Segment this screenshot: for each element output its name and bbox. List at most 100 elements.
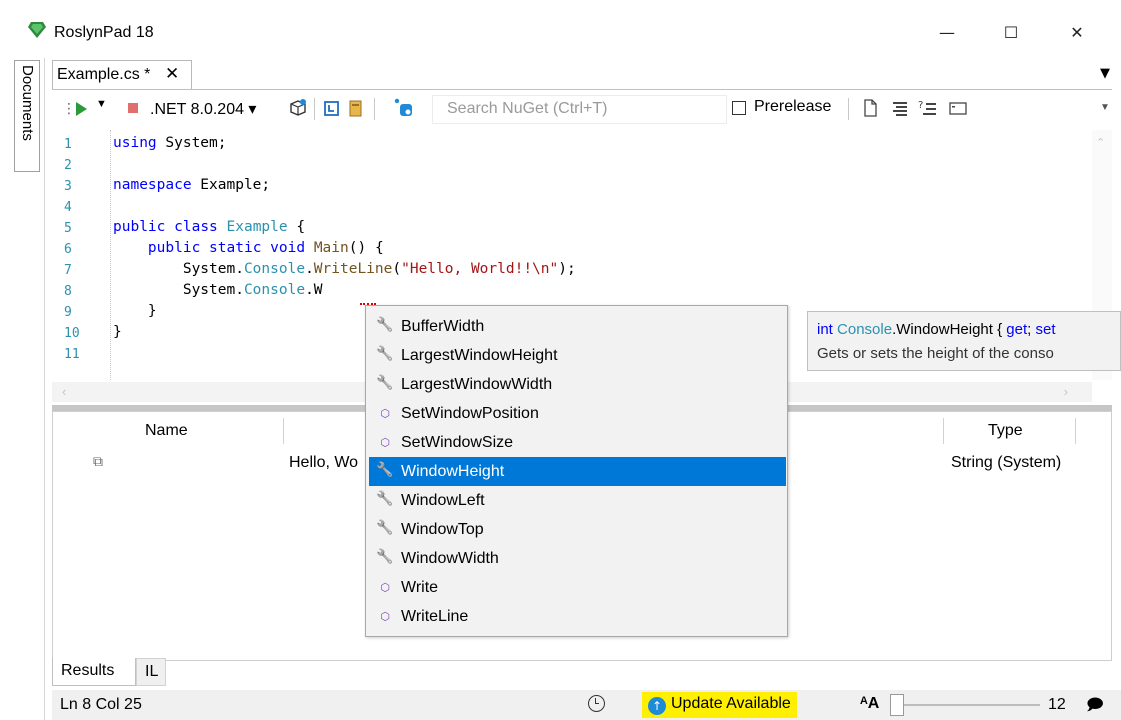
line-number: 8 — [64, 284, 72, 299]
toolbar-overflow-icon[interactable]: ▼ — [1100, 102, 1110, 113]
code-line: using System; — [113, 135, 227, 151]
completion-item[interactable]: 🔧 BufferWidth — [369, 312, 786, 341]
line-number: 7 — [64, 263, 72, 278]
documents-side-tab[interactable]: Documents — [14, 60, 40, 172]
tab-results[interactable]: Results — [52, 658, 136, 686]
tab-list-menu-icon[interactable]: ▼ — [1100, 66, 1110, 81]
completion-item-label: LargestWindowHeight — [401, 347, 558, 364]
completion-item[interactable]: ⬡ WriteLine — [369, 602, 786, 631]
prerelease-label[interactable]: Prerelease — [754, 98, 831, 116]
completion-item-label: WindowLeft — [401, 492, 485, 509]
zoom-slider-thumb[interactable] — [890, 694, 904, 716]
zoom-slider-track[interactable] — [890, 704, 1040, 706]
roslynpad-logo-icon — [28, 22, 46, 38]
result-type: String (System) — [951, 454, 1062, 471]
scroll-right-icon[interactable]: › — [1064, 384, 1068, 399]
format-document-icon[interactable] — [322, 98, 342, 118]
minimize-button[interactable]: — — [924, 18, 970, 48]
font-size-icon: ᴬA — [860, 695, 880, 712]
completion-item[interactable]: 🔧 WindowHeight — [369, 457, 786, 486]
update-available-button[interactable]: ↑ Update Available — [642, 692, 797, 718]
line-number: 3 — [64, 179, 72, 194]
completion-item[interactable]: ⬡ SetWindowPosition — [369, 399, 786, 428]
completion-item[interactable]: 🔧 WindowLeft — [369, 486, 786, 515]
completion-item-label: WindowTop — [401, 521, 484, 538]
title-bar: RoslynPad 18 — ☐ ✕ — [0, 0, 1121, 56]
column-header-name[interactable]: Name — [145, 422, 188, 440]
completion-item-label: WindowHeight — [401, 463, 505, 480]
run-dropdown-icon[interactable]: ▼ — [96, 98, 107, 110]
app-title: RoslynPad 18 — [54, 24, 154, 41]
code-line: System.Console.WriteLine("Hello, World!!… — [113, 261, 576, 277]
cursor-position: Ln 8 Col 25 — [60, 696, 142, 713]
line-number: 9 — [64, 305, 72, 320]
tab-il[interactable]: IL — [136, 658, 166, 686]
quick-info-tooltip: int Console.WindowHeight { get; set Gets… — [807, 311, 1121, 371]
column-header-type[interactable]: Type — [988, 422, 1023, 440]
close-button[interactable]: ✕ — [1054, 18, 1100, 48]
restore-packages-icon[interactable] — [288, 98, 308, 118]
platform-selector[interactable]: .NET 8.0.204 ▾ — [150, 99, 256, 119]
completion-list[interactable]: 🔧 BufferWidth 🔧 LargestWindowHeight 🔧 Largest… — [365, 305, 788, 637]
tooltip-sig-class: Console — [837, 321, 893, 338]
method-cube-icon: ⬡ — [380, 610, 390, 623]
comment-selection-icon[interactable] — [890, 98, 910, 118]
property-wrench-icon: 🔧 — [376, 549, 394, 565]
completion-item[interactable]: ⬡ Write — [369, 573, 786, 602]
method-cube-icon: ⬡ — [380, 436, 390, 449]
scroll-left-icon[interactable]: ‹ — [62, 384, 66, 399]
maximize-button[interactable]: ☐ — [988, 18, 1034, 48]
uncomment-selection-icon[interactable]: ? — [918, 98, 938, 118]
open-build-path-icon[interactable] — [346, 98, 366, 118]
completion-item[interactable]: 🔧 LargestWindowHeight — [369, 341, 786, 370]
line-number: 2 — [64, 158, 72, 173]
run-button[interactable] — [76, 102, 87, 116]
completion-item[interactable]: ⬡ SetWindowSize — [369, 428, 786, 457]
nuget-icon[interactable] — [394, 98, 414, 118]
completion-item-label: Write — [401, 579, 439, 596]
update-arrow-icon: ↑ — [648, 697, 666, 715]
editor-toolbar: ⋮ ▼ .NET 8.0.204 ▾ Search NuGet (Ctrl+T)… — [52, 90, 1112, 128]
scroll-up-icon[interactable]: ⌃ — [1096, 136, 1105, 149]
prerelease-checkbox[interactable] — [732, 101, 746, 115]
tooltip-signature: int Console.WindowHeight { get; set — [817, 321, 1056, 338]
stop-button[interactable] — [128, 103, 138, 113]
tooltip-sig-sep: ; — [1027, 321, 1036, 338]
clock-icon[interactable] — [588, 695, 605, 712]
completion-item-label: SetWindowSize — [401, 434, 514, 451]
completion-item[interactable]: 🔧 LargestWindowWidth — [369, 370, 786, 399]
documents-side-tab-label: Documents — [19, 65, 36, 141]
completion-item-label: WindowWidth — [401, 550, 499, 567]
status-bar: Ln 8 Col 25 ↑ Update Available ᴬA 12 🗩 — [52, 690, 1121, 720]
property-wrench-icon: 🔧 — [376, 520, 394, 536]
new-document-icon[interactable] — [860, 98, 880, 118]
toolbar-grip-icon[interactable]: ⋮ — [62, 100, 76, 117]
completion-item[interactable]: 🔧 WindowWidth — [369, 544, 786, 573]
code-line: public class Example { — [113, 219, 306, 235]
code-line: } — [113, 324, 122, 340]
zoom-value: 12 — [1048, 696, 1066, 713]
column-divider[interactable] — [1075, 418, 1076, 444]
code-line: System.Console.W — [113, 282, 323, 298]
completion-item[interactable]: 🔧 WindowTop — [369, 515, 786, 544]
column-divider[interactable] — [283, 418, 284, 444]
copy-icon[interactable]: ⧉ — [93, 454, 103, 470]
tooltip-sig-member: .WindowHeight { — [892, 321, 1007, 338]
gutter-divider — [110, 130, 111, 380]
tooltip-documentation: Gets or sets the height of the conso — [817, 345, 1054, 362]
code-line: } — [113, 303, 157, 319]
close-tab-icon[interactable]: ✕ — [165, 64, 179, 84]
property-wrench-icon: 🔧 — [376, 317, 394, 333]
terminal-icon[interactable] — [948, 98, 968, 118]
column-divider[interactable] — [943, 418, 944, 444]
tab-example-cs[interactable]: Example.cs * ✕ — [52, 60, 192, 90]
feedback-icon[interactable]: 🗩 — [1086, 694, 1104, 720]
tooltip-sig-get: get — [1006, 321, 1028, 338]
line-number: 11 — [64, 347, 80, 362]
line-number: 5 — [64, 221, 72, 236]
nuget-search-input[interactable]: Search NuGet (Ctrl+T) — [432, 95, 727, 124]
property-wrench-icon: 🔧 — [376, 346, 394, 362]
property-wrench-icon: 🔧 — [376, 375, 394, 391]
update-available-label: Update Available — [671, 695, 791, 712]
completion-item-label: BufferWidth — [401, 318, 485, 335]
